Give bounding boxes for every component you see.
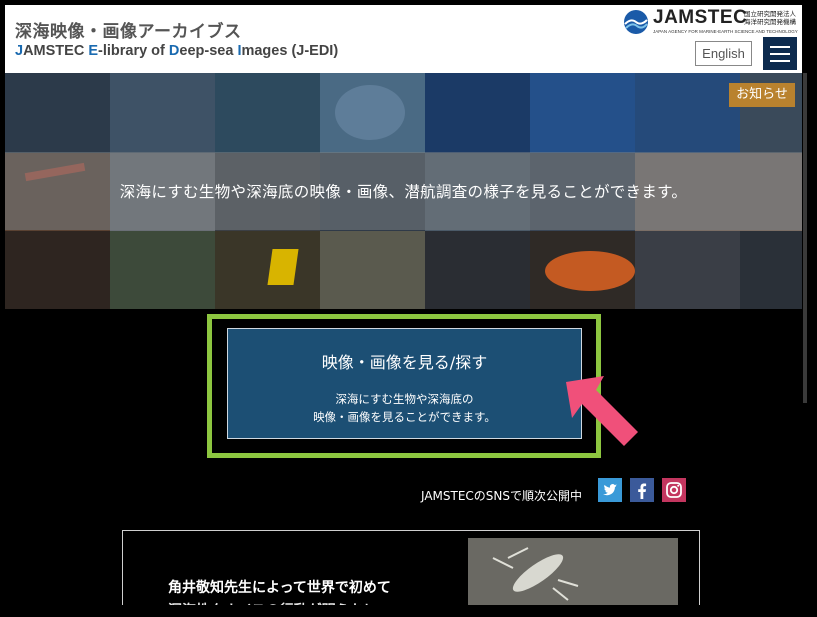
image-tile bbox=[425, 73, 530, 153]
logo-jp-line2: 海洋研究開発機構 bbox=[744, 18, 796, 26]
logo-en: JAPAN AGENCY FOR MARINE-EARTH SCIENCE AN… bbox=[653, 29, 798, 34]
view-search-images-button[interactable]: 映像・画像を見る/探す 深海にすむ生物や深海底の 映像・画像を見ることができます… bbox=[227, 328, 582, 439]
image-tile bbox=[5, 73, 110, 153]
subtitle-part: AMSTEC bbox=[23, 43, 89, 59]
hero-banner: 深海にすむ生物や深海底の映像・画像、潜航調査の様子を見ることができます。 お知ら… bbox=[5, 73, 802, 309]
image-tile bbox=[110, 231, 215, 309]
image-tile bbox=[5, 231, 110, 309]
subtitle-part: -library of bbox=[98, 43, 169, 59]
cta-description-line2: 映像・画像を見ることができます。 bbox=[313, 410, 496, 424]
image-tile bbox=[320, 231, 425, 309]
browser-viewport: 深海映像・画像アーカイブス JAMSTEC E-library of Deep-… bbox=[0, 0, 817, 617]
viewport-bottom-edge bbox=[0, 605, 817, 617]
english-button[interactable]: English bbox=[695, 41, 752, 66]
image-tile bbox=[530, 73, 635, 153]
cta-title: 映像・画像を見る/探す bbox=[321, 353, 488, 372]
image-tile bbox=[635, 73, 740, 153]
orange-creature-shape bbox=[545, 251, 635, 291]
subtitle-part: eep-sea bbox=[179, 43, 238, 59]
logo-jp-line1: 国立研究開発法人 bbox=[744, 10, 796, 18]
cta-description-line1: 深海にすむ生物や深海底の bbox=[335, 392, 474, 406]
site-subtitle[interactable]: JAMSTEC E-library of Deep-sea Images (J-… bbox=[15, 43, 338, 59]
subtitle-initial-e: E bbox=[88, 43, 98, 59]
article-headline-line1: 角井敬知先生によって世界で初めて bbox=[168, 580, 391, 596]
image-tile bbox=[215, 73, 320, 153]
scrollbar-thumb[interactable] bbox=[803, 73, 807, 403]
hero-caption: 深海にすむ生物や深海底の映像・画像、潜航調査の様子を見ることができます。 bbox=[119, 183, 688, 201]
image-tile bbox=[110, 73, 215, 153]
jamstec-logo[interactable]: JAMSTEC 国立研究開発法人 海洋研究開発機構 JAPAN AGENCY F… bbox=[623, 7, 801, 37]
site-header: 深海映像・画像アーカイブス JAMSTEC E-library of Deep-… bbox=[5, 5, 802, 73]
facebook-icon[interactable] bbox=[630, 478, 654, 502]
subtitle-initial-d: D bbox=[168, 43, 180, 59]
site-title[interactable]: 深海映像・画像アーカイブス bbox=[15, 17, 241, 42]
yellow-coral-shape bbox=[267, 249, 299, 285]
image-tile bbox=[215, 231, 320, 309]
menu-button[interactable] bbox=[763, 37, 797, 70]
notice-button[interactable]: お知らせ bbox=[729, 83, 795, 107]
subtitle-part: mages (J-EDI) bbox=[241, 43, 339, 59]
image-tile bbox=[635, 231, 740, 309]
subtitle-initial-j: J bbox=[15, 43, 24, 59]
image-tile bbox=[740, 231, 802, 309]
logo-text: JAMSTEC bbox=[653, 7, 748, 28]
twitter-icon[interactable] bbox=[598, 478, 622, 502]
jamstec-logo-mark-icon bbox=[624, 10, 648, 34]
instagram-icon[interactable] bbox=[662, 478, 686, 502]
jellyfish-shape bbox=[335, 85, 405, 140]
pointer-arrow-icon bbox=[566, 376, 638, 446]
sns-label: JAMSTECのSNSで順次公開中 bbox=[421, 489, 583, 503]
image-tile bbox=[425, 231, 530, 309]
